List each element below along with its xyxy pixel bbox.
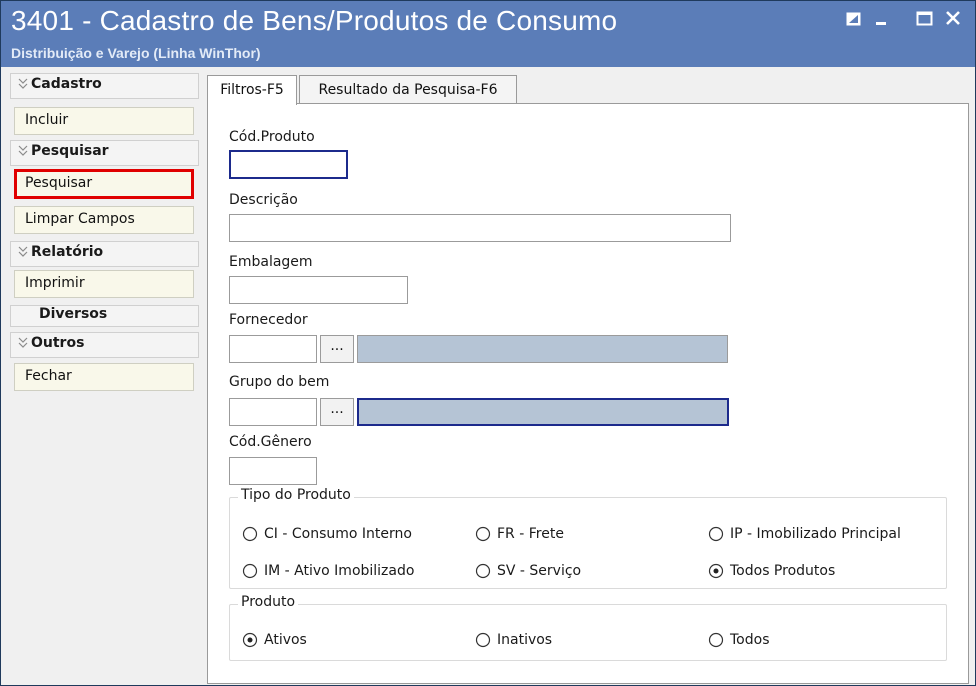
radio-icon: [475, 526, 491, 542]
sidebar-group-cadastro[interactable]: Cadastro: [10, 73, 199, 99]
sidebar-group-label: Diversos: [39, 306, 108, 322]
sidebar-group-label: Pesquisar: [31, 143, 109, 159]
sidebar-group-pesquisar[interactable]: Pesquisar: [10, 140, 199, 166]
radio-icon: [475, 563, 491, 579]
radio-label: Inativos: [497, 632, 553, 648]
sidebar-group-label: Cadastro: [31, 76, 102, 92]
chevron-down-icon: [18, 78, 28, 89]
radio-selected-icon: [242, 632, 258, 648]
radio-label: FR - Frete: [497, 526, 564, 542]
radio-label: CI - Consumo Interno: [264, 526, 412, 542]
sidebar-group-label: Relatório: [31, 244, 104, 260]
sidebar-item-imprimir[interactable]: Imprimir: [14, 270, 194, 298]
descricao-label: Descrição: [229, 192, 298, 208]
produto-group: Produto Ativos Inativos Todos: [229, 594, 947, 661]
cod-produto-label: Cód.Produto: [229, 129, 315, 145]
grupo-bem-lookup-button[interactable]: ...: [320, 398, 354, 426]
window-title: 3401 - Cadastro de Bens/Produtos de Cons…: [11, 5, 618, 36]
sidebar-group-diversos[interactable]: Diversos: [10, 305, 199, 327]
cod-genero-label: Cód.Gênero: [229, 434, 312, 450]
title-bar[interactable]: 3401 - Cadastro de Bens/Produtos de Cons…: [1, 1, 975, 67]
app-window: 3401 - Cadastro de Bens/Produtos de Cons…: [0, 0, 976, 686]
close-icon[interactable]: [942, 9, 964, 29]
sidebar-item-label: Limpar Campos: [25, 211, 135, 227]
radio-label: IM - Ativo Imobilizado: [264, 563, 415, 579]
fornecedor-label: Fornecedor: [229, 312, 308, 328]
sidebar-item-incluir[interactable]: Incluir: [14, 107, 194, 135]
radio-label: Ativos: [264, 632, 307, 648]
fornecedor-lookup-button[interactable]: ...: [320, 335, 354, 363]
grupo-bem-code-input[interactable]: [229, 398, 317, 426]
grupo-bem-label: Grupo do bem: [229, 374, 330, 390]
radio-icon: [242, 563, 258, 579]
grupo-bem-name-field: [357, 398, 729, 426]
cod-genero-input[interactable]: [229, 457, 317, 485]
chevron-down-icon: [18, 337, 28, 348]
tipo-produto-legend: Tipo do Produto: [238, 487, 354, 503]
window-subtitle: Distribuição e Varejo (Linha WinThor): [11, 45, 261, 61]
radio-icon: [475, 632, 491, 648]
tab-filtros[interactable]: Filtros-F5: [207, 75, 297, 105]
tab-label: Resultado da Pesquisa-F6: [318, 82, 498, 98]
embalagem-label: Embalagem: [229, 254, 313, 270]
chevron-down-icon: [18, 145, 28, 156]
tab-label: Filtros-F5: [220, 82, 284, 98]
radio-label: Todos Produtos: [730, 563, 836, 579]
tab-resultado-pesquisa[interactable]: Resultado da Pesquisa-F6: [299, 75, 517, 104]
radio-label: Todos: [730, 632, 770, 648]
radio-label: SV - Serviço: [497, 563, 582, 579]
sidebar-item-pesquisar[interactable]: Pesquisar: [14, 169, 194, 199]
descricao-input[interactable]: [229, 214, 731, 242]
filters-panel: Cód.Produto Descrição Embalagem Forneced…: [207, 103, 969, 684]
embalagem-input[interactable]: [229, 276, 408, 304]
sidebar-item-label: Fechar: [25, 368, 72, 384]
sidebar-item-limpar-campos[interactable]: Limpar Campos: [14, 206, 194, 234]
radio-icon: [708, 526, 724, 542]
minimize-icon[interactable]: [871, 9, 893, 29]
sidebar-item-label: Incluir: [25, 112, 69, 128]
fornecedor-name-field: [357, 335, 728, 363]
restore-icon[interactable]: [843, 9, 865, 29]
radio-selected-icon: [708, 563, 724, 579]
sidebar-group-label: Outros: [31, 335, 85, 351]
sidebar-group-outros[interactable]: Outros: [10, 332, 199, 358]
maximize-icon[interactable]: [914, 9, 936, 29]
radio-icon: [242, 526, 258, 542]
radio-label: IP - Imobilizado Principal: [730, 526, 901, 542]
radio-icon: [708, 632, 724, 648]
tipo-produto-group: Tipo do Produto CI - Consumo Interno FR …: [229, 487, 947, 589]
sidebar-item-label: Imprimir: [25, 275, 85, 291]
sidebar-item-fechar[interactable]: Fechar: [14, 363, 194, 391]
cod-produto-input[interactable]: [229, 150, 348, 179]
fornecedor-code-input[interactable]: [229, 335, 317, 363]
produto-legend: Produto: [238, 594, 299, 610]
sidebar-item-label: Pesquisar: [25, 175, 93, 191]
sidebar-group-relatorio[interactable]: Relatório: [10, 241, 199, 267]
chevron-down-icon: [18, 246, 28, 257]
